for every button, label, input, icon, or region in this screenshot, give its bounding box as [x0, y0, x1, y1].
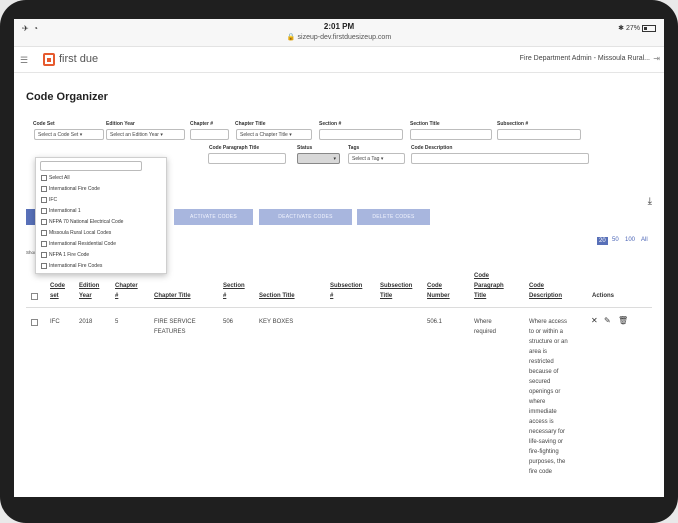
code-set-search-input[interactable] — [40, 161, 142, 171]
download-icon[interactable]: ⤓ — [648, 196, 652, 207]
delete-codes-button[interactable]: DELETE CODES — [357, 209, 430, 225]
battery-icon — [642, 24, 656, 32]
dropdown-option[interactable]: Missoula Rural Local Codes — [41, 230, 111, 236]
code-set-dropdown: Select All International Fire Code IFC I… — [35, 157, 167, 274]
first-due-logo-icon — [43, 53, 55, 66]
logo-text: first due — [59, 53, 99, 65]
dropdown-option[interactable]: IFC — [41, 197, 57, 203]
th-edition-year[interactable]: Edition Year — [79, 281, 99, 301]
delete-trash-icon[interactable]: 🗑 — [618, 316, 628, 325]
dropdown-option[interactable]: NFPA 1 Fire Code — [41, 252, 89, 258]
code-description-label: Code Description — [411, 145, 453, 151]
th-code-paragraph-title[interactable]: Code Paragraph Title — [474, 271, 504, 301]
cell-chapter-title: FIRE SERVICE FEATURES — [154, 319, 196, 335]
department-name[interactable]: Fire Department Admin - Missoula Rural..… — [520, 55, 650, 62]
url-text: sizeup-dev.firstduesizeup.com — [297, 34, 392, 41]
chapter-title-value: Select a Chapter Title — [240, 132, 288, 138]
cell-edition-year: 2018 — [79, 319, 93, 325]
chapter-title-label: Chapter Title — [235, 121, 266, 127]
subsection-number-label: Subsection # — [497, 121, 529, 127]
address-bar-url[interactable]: 🔒 sizeup-dev.firstduesizeup.com — [14, 33, 664, 41]
cell-code-description: Where access to or within a structure or… — [529, 319, 568, 475]
tags-label: Tags — [348, 145, 360, 151]
th-subsection-number[interactable]: Subsection # — [330, 281, 362, 301]
cell-chapter-number: 5 — [115, 319, 119, 325]
chapter-title-select[interactable]: Select a Chapter Title ▾ — [236, 129, 312, 140]
battery-indicator: ✱ 27% — [618, 24, 656, 32]
dropdown-option[interactable]: International Fire Code — [41, 186, 100, 192]
code-set-value: Select a Code Set — [38, 132, 79, 138]
checkbox-icon[interactable] — [41, 175, 47, 181]
deactivate-codes-button[interactable]: DEACTIVATE CODES — [259, 209, 352, 225]
cell-section-title: KEY BOXES — [259, 319, 294, 325]
th-section-title[interactable]: Section Title — [259, 291, 295, 301]
code-paragraph-title-input[interactable] — [208, 153, 286, 164]
edition-year-select[interactable]: Select an Edition Year ▾ — [106, 129, 185, 140]
battery-percent: 27% — [625, 25, 640, 32]
section-title-label: Section Title — [410, 121, 440, 127]
th-chapter-number[interactable]: Chapter # — [115, 281, 138, 301]
tags-value: Select a Tag — [352, 156, 380, 162]
checkbox-icon[interactable] — [41, 252, 47, 258]
activate-codes-button[interactable]: ACTIVATE CODES — [174, 209, 253, 225]
th-chapter-title[interactable]: Chapter Title — [154, 291, 191, 301]
checkbox-icon[interactable] — [41, 186, 47, 192]
cell-code-paragraph-title: Where required — [474, 319, 497, 335]
table-header-divider — [26, 307, 652, 308]
dropdown-option[interactable]: International Residential Code — [41, 241, 116, 247]
page-title: Code Organizer — [26, 91, 108, 103]
row-checkbox[interactable] — [31, 319, 38, 326]
dropdown-option-select-all[interactable]: Select All — [41, 175, 70, 181]
checkbox-icon[interactable] — [41, 197, 47, 203]
status-label: Status — [297, 145, 313, 151]
page-size-100[interactable]: 100 — [625, 237, 635, 243]
code-paragraph-title-label: Code Paragraph Title — [209, 145, 260, 151]
hamburger-menu-icon[interactable]: ☰ — [20, 55, 28, 66]
chapter-number-input[interactable] — [190, 129, 229, 140]
deactivate-x-icon[interactable]: ✕ — [591, 316, 598, 325]
tags-select[interactable]: Select a Tag ▾ — [348, 153, 405, 164]
checkbox-icon[interactable] — [41, 208, 47, 214]
cell-code-number: 506.1 — [427, 319, 443, 325]
cell-code-set: IFC — [50, 319, 60, 325]
page-size-20[interactable]: 20 — [597, 237, 608, 245]
checkbox-icon[interactable] — [41, 241, 47, 247]
page-size-all[interactable]: All — [641, 237, 648, 243]
chapter-number-label: Chapter # — [190, 121, 214, 127]
code-set-label: Code Set — [33, 121, 55, 127]
code-description-input[interactable] — [411, 153, 589, 164]
select-all-rows-checkbox[interactable] — [31, 293, 38, 300]
subsection-number-input[interactable] — [497, 129, 581, 140]
cell-section-number: 506 — [223, 319, 234, 325]
edition-year-label: Edition Year — [106, 121, 135, 127]
checkbox-icon[interactable] — [41, 219, 47, 225]
status-time: 2:01 PM — [323, 22, 355, 31]
checkbox-icon[interactable] — [41, 263, 47, 269]
th-section-number[interactable]: Section # — [223, 281, 245, 301]
th-code-description[interactable]: Code Description — [529, 281, 562, 301]
tablet-screen: ✈ ︎ ◔ 2:01 PM 🔒 sizeup-dev.firstduesizeu… — [14, 19, 664, 497]
th-code-set[interactable]: Code set — [50, 281, 65, 301]
app-header: ☰ first due Fire Department Admin - Miss… — [14, 47, 664, 73]
code-set-select[interactable]: Select a Code Set ▾ — [34, 129, 104, 140]
dropdown-option[interactable]: NFPA 70 National Electrical Code — [41, 219, 123, 225]
th-subsection-title[interactable]: Subsection Title — [380, 281, 412, 301]
th-code-number[interactable]: Code Number — [427, 281, 450, 301]
edition-year-value: Select an Edition Year — [110, 132, 159, 138]
status-bar: ✈ ︎ ◔ 2:01 PM 🔒 sizeup-dev.firstduesizeu… — [14, 19, 664, 47]
page-size-50[interactable]: 50 — [612, 237, 619, 243]
th-actions: Actions — [592, 293, 615, 299]
dropdown-option[interactable]: International 1 — [41, 208, 81, 214]
logout-icon[interactable]: ⇥ — [653, 54, 660, 63]
section-number-label: Section # — [319, 121, 342, 127]
checkbox-icon[interactable] — [41, 230, 47, 236]
section-number-input[interactable] — [319, 129, 403, 140]
section-title-input[interactable] — [410, 129, 492, 140]
status-select[interactable]: ▾ — [297, 153, 340, 164]
dropdown-option[interactable]: International Fire Codes — [41, 263, 102, 269]
edit-pencil-icon[interactable]: ✎ — [604, 316, 611, 325]
